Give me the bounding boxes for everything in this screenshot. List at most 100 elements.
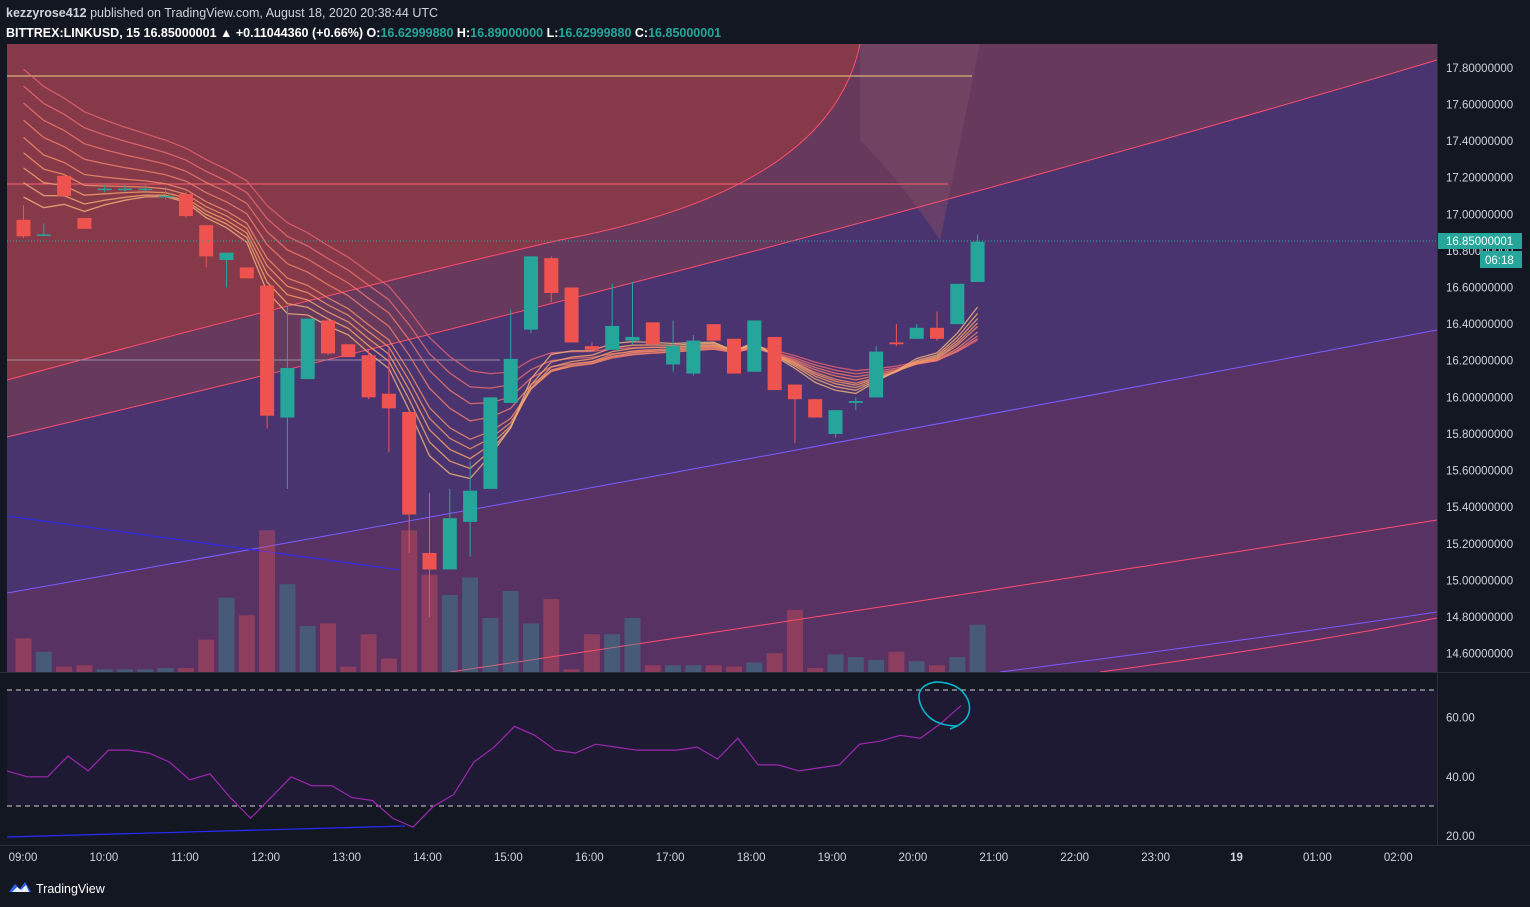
candle-body <box>970 241 985 283</box>
candle-body <box>848 401 863 403</box>
price-tick-label: 15.20000000 <box>1446 539 1513 551</box>
volume-bar <box>462 577 479 672</box>
candle-body <box>930 327 944 339</box>
candle-body <box>138 188 153 191</box>
candle-body <box>909 327 924 339</box>
time-tick-label: 16:00 <box>575 852 604 864</box>
volume-bar <box>604 634 621 672</box>
candle-body <box>524 256 538 330</box>
last-price-badge-value: 16.85000001 <box>1446 236 1513 248</box>
time-tick-label: 19:00 <box>818 852 847 864</box>
volume-bar <box>726 666 742 672</box>
volume-bar <box>76 665 93 672</box>
candle-body <box>178 194 193 217</box>
price-tick-label: 15.80000000 <box>1446 429 1513 441</box>
volume-bar <box>563 669 580 672</box>
volume-bar <box>908 661 925 672</box>
time-axis[interactable]: 09:00 10:00 11:00 12:00 13:00 14:00 15:00 16:00… <box>9 852 1413 864</box>
price-tick-label: 17.60000000 <box>1446 99 1513 111</box>
time-tick-label: 11:00 <box>171 852 199 864</box>
volume-bar <box>137 669 154 672</box>
candle-body <box>219 252 234 261</box>
candle-body <box>158 195 173 198</box>
volume-bar <box>685 665 702 672</box>
candle-body <box>950 283 965 325</box>
price-axis[interactable]: 17.80000000 17.60000000 17.40000000 17.2000… <box>1446 63 1513 661</box>
time-tick-label: 21:00 <box>979 852 1008 864</box>
volume-bar <box>15 638 32 672</box>
candle-body <box>321 320 335 354</box>
volume-bar <box>35 651 52 672</box>
price-tick-label: 17.00000000 <box>1446 209 1513 221</box>
candle-body <box>787 384 802 400</box>
volume-bar <box>218 597 235 672</box>
price-tick-label: 17.40000000 <box>1446 136 1513 148</box>
candle-body <box>808 399 823 418</box>
candle-body <box>747 320 762 372</box>
volume-bar <box>543 599 560 672</box>
price-tick-label: 16.00000000 <box>1446 392 1513 404</box>
rsi-axis[interactable]: 60.00 40.00 20.00 <box>1446 712 1475 843</box>
volume-bar <box>807 667 824 672</box>
volume-bar <box>441 595 458 672</box>
candle-body <box>361 355 376 398</box>
time-tick-label: 20:00 <box>899 852 928 864</box>
time-tick-label: 17:00 <box>656 852 685 864</box>
price-tick-label: 17.80000000 <box>1446 63 1513 75</box>
price-tick-label: 16.60000000 <box>1446 283 1513 295</box>
volume-bar <box>644 665 661 672</box>
time-tick-label: 14:00 <box>413 852 442 864</box>
time-tick-label: 09:00 <box>9 852 38 864</box>
candle-body <box>503 358 518 403</box>
footer-brand[interactable]: TradingView <box>8 880 105 897</box>
candle-body <box>727 338 741 374</box>
rsi-tick-label: 20.00 <box>1446 831 1475 843</box>
volume-bar <box>238 615 255 672</box>
candle-body <box>280 368 295 418</box>
candle-body <box>16 219 31 237</box>
candle-body <box>706 324 721 341</box>
volume-bar <box>786 609 803 672</box>
rsi-tick-label: 40.00 <box>1446 772 1475 784</box>
candle-body <box>239 267 254 279</box>
candle-body <box>544 258 559 294</box>
volume-bar <box>320 623 336 672</box>
volume-bar <box>360 634 377 672</box>
time-tick-label: 12:00 <box>251 852 280 864</box>
price-tick-label: 16.40000000 <box>1446 319 1513 331</box>
candle-body <box>36 234 51 236</box>
price-tick-label: 16.20000000 <box>1446 356 1513 368</box>
rsi-band <box>7 690 1437 806</box>
volume-bar <box>583 634 600 672</box>
volume-bar <box>868 659 885 672</box>
candle-body <box>57 175 72 196</box>
candle-body <box>828 410 843 434</box>
volume-bar <box>665 665 682 672</box>
candle-body <box>77 217 92 229</box>
time-tick-label: 13:00 <box>332 852 361 864</box>
candle-body <box>118 188 132 191</box>
volume-bar <box>117 669 133 672</box>
volume-bar <box>827 654 844 672</box>
price-tick-label: 17.20000000 <box>1446 173 1513 185</box>
candle-body <box>483 397 498 489</box>
volume-bar <box>340 666 357 672</box>
candle-body <box>869 351 884 398</box>
price-tick-label: 14.60000000 <box>1446 649 1513 661</box>
volume-bar <box>56 666 73 672</box>
volume-bar <box>198 639 215 672</box>
candle-body <box>605 325 620 350</box>
volume-bar <box>969 624 986 672</box>
chart-canvas[interactable]: 17.80000000 17.60000000 17.40000000 17.2000… <box>0 0 1530 907</box>
volume-bar <box>929 665 945 672</box>
price-tick-label: 15.40000000 <box>1446 502 1513 514</box>
volume-bar <box>888 651 905 672</box>
candle-body <box>463 490 478 522</box>
volume-bar <box>766 653 783 672</box>
price-tick-label: 14.80000000 <box>1446 612 1513 624</box>
volume-bar <box>259 530 276 672</box>
candle-body <box>97 188 112 191</box>
candle-body <box>889 342 904 345</box>
price-tick-label: 15.60000000 <box>1446 466 1513 478</box>
volume-bar <box>624 618 641 672</box>
